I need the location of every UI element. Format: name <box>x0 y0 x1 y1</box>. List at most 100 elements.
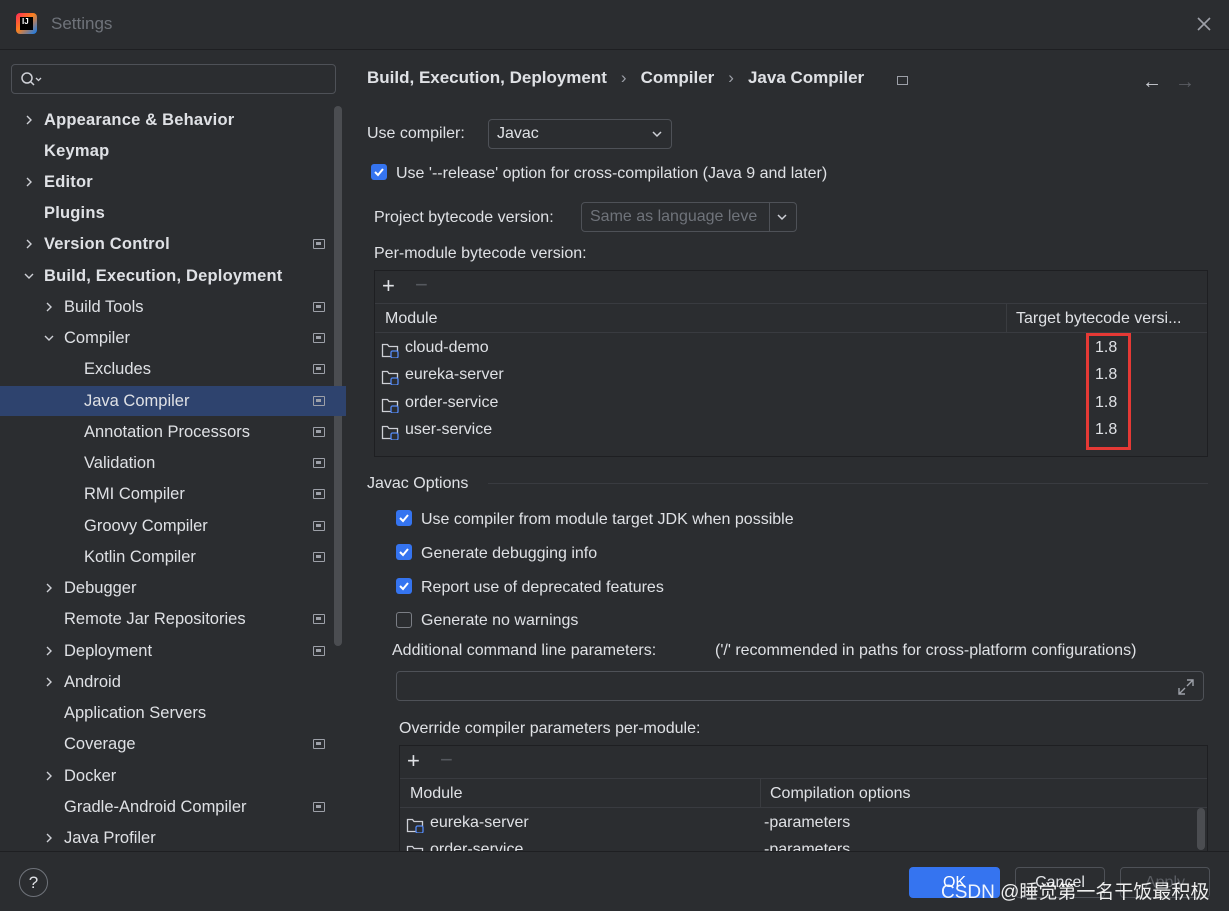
sidebar-item-coverage[interactable]: Coverage <box>0 729 332 759</box>
help-button[interactable]: ? <box>19 868 48 897</box>
chevron-down-icon[interactable] <box>42 331 56 345</box>
chevron-right-icon[interactable] <box>22 113 36 127</box>
watermark: CSDN @睡觉第一名干饭最积极 <box>941 882 1210 903</box>
override-module-column-header[interactable]: Module <box>410 785 462 803</box>
override-params-label: Override compiler parameters per-module: <box>399 720 701 737</box>
sidebar-item-remote-jar-repositories[interactable]: Remote Jar Repositories <box>0 604 332 634</box>
module-target-jdk-checkbox[interactable] <box>396 510 412 526</box>
breadcrumb: Build, Execution, Deployment › Compiler … <box>367 68 864 88</box>
project-scope-icon <box>313 364 325 374</box>
sidebar-item-label: Build, Execution, Deployment <box>44 266 283 285</box>
module-column-header[interactable]: Module <box>385 310 437 328</box>
close-icon[interactable] <box>1193 13 1215 35</box>
sidebar-item-build-tools[interactable]: Build Tools <box>0 292 332 322</box>
sidebar-item-groovy-compiler[interactable]: Groovy Compiler <box>0 511 332 541</box>
sidebar-item-editor[interactable]: Editor <box>0 167 332 197</box>
chevron-down-icon[interactable] <box>22 269 36 283</box>
chevron-right-icon[interactable] <box>42 644 56 658</box>
deprecated-features-checkbox[interactable] <box>396 578 412 594</box>
additional-params-label: Additional command line parameters: <box>392 642 657 659</box>
sidebar-item-deployment[interactable]: Deployment <box>0 636 332 666</box>
add-icon[interactable]: + <box>407 750 420 772</box>
search-icon <box>21 72 42 86</box>
check-icon <box>399 548 409 557</box>
sidebar-item-kotlin-compiler[interactable]: Kotlin Compiler <box>0 542 332 572</box>
sidebar-item-label: Version Control <box>44 234 170 253</box>
chevron-right-icon[interactable] <box>42 675 56 689</box>
sidebar-item-label: Excludes <box>84 359 151 378</box>
sidebar-item-debugger[interactable]: Debugger <box>0 573 332 603</box>
table-row[interactable]: order-service 1.8 <box>375 392 1207 418</box>
sidebar-item-label: Docker <box>64 766 117 785</box>
breadcrumb-separator: › <box>728 68 734 87</box>
forward-arrow-icon[interactable]: → <box>1175 71 1195 94</box>
sidebar-item-label: Deployment <box>64 641 153 660</box>
add-icon[interactable]: + <box>382 275 395 297</box>
settings-sidebar: Appearance & Behavior Keymap Editor Plugins… <box>0 51 346 851</box>
remove-icon[interactable]: − <box>415 274 428 296</box>
sidebar-item-label: Gradle-Android Compiler <box>64 797 247 816</box>
table-row[interactable]: cloud-demo 1.8 <box>375 337 1207 363</box>
override-params-table: + − Module Compilation options eureka-se… <box>399 745 1208 851</box>
project-scope-icon <box>313 333 325 343</box>
remove-icon[interactable]: − <box>440 749 453 771</box>
compilation-options-column-header[interactable]: Compilation options <box>770 785 911 803</box>
chevron-right-icon[interactable] <box>42 831 56 845</box>
expand-icon[interactable] <box>1177 678 1195 696</box>
sidebar-item-android[interactable]: Android <box>0 667 332 697</box>
table-row[interactable]: user-service 1.8 <box>375 419 1207 445</box>
project-bytecode-dropdown[interactable]: Same as language leve <box>581 202 797 232</box>
table-row[interactable]: eureka-server -parameters <box>400 812 1195 838</box>
sidebar-item-keymap[interactable]: Keymap <box>0 136 332 166</box>
release-option-checkbox[interactable] <box>371 164 387 180</box>
chevron-right-icon[interactable] <box>22 237 36 251</box>
table-row[interactable]: eureka-server 1.8 <box>375 364 1207 390</box>
table-row[interactable]: order-service -parameters <box>400 839 1195 851</box>
sidebar-item-application-servers[interactable]: Application Servers <box>0 698 332 728</box>
back-arrow-icon[interactable]: ← <box>1142 71 1162 94</box>
sidebar-item-version-control[interactable]: Version Control <box>0 229 332 259</box>
sidebar-item-label: Appearance & Behavior <box>44 110 235 129</box>
no-warnings-checkbox[interactable] <box>396 612 412 628</box>
sidebar-item-annotation-processors[interactable]: Annotation Processors <box>0 417 332 447</box>
sidebar-item-gradle-android-compiler[interactable]: Gradle-Android Compiler <box>0 792 332 822</box>
sidebar-item-java-profiler[interactable]: Java Profiler <box>0 823 332 851</box>
chevron-right-icon[interactable] <box>42 769 56 783</box>
sidebar-item-compiler[interactable]: Compiler <box>0 323 332 353</box>
breadcrumb-separator: › <box>620 68 627 87</box>
override-table-scrollbar[interactable] <box>1197 808 1205 850</box>
sidebar-item-excludes[interactable]: Excludes <box>0 354 332 384</box>
sidebar-item-rmi-compiler[interactable]: RMI Compiler <box>0 479 332 509</box>
check-icon <box>399 514 409 523</box>
chevron-right-icon[interactable] <box>22 175 36 189</box>
breadcrumb-part: Compiler <box>640 68 715 87</box>
project-scope-icon <box>313 646 325 656</box>
target-column-header[interactable]: Target bytecode versi... <box>1016 310 1181 328</box>
project-scope-icon <box>313 396 325 406</box>
project-scope-icon <box>313 521 325 531</box>
sidebar-item-appearance-behavior[interactable]: Appearance & Behavior <box>0 105 332 135</box>
module-target-jdk-label: Use compiler from module target JDK when… <box>421 511 794 528</box>
no-warnings-label: Generate no warnings <box>421 612 579 629</box>
sidebar-item-label: Kotlin Compiler <box>84 547 196 566</box>
chevron-right-icon[interactable] <box>42 581 56 595</box>
module-folder-icon <box>381 425 399 440</box>
sidebar-item-java-compiler[interactable]: Java Compiler <box>0 386 346 416</box>
module-name: cloud-demo <box>405 339 489 356</box>
use-compiler-dropdown[interactable]: Javac <box>488 119 672 149</box>
project-scope-icon <box>313 427 325 437</box>
sidebar-scrollbar[interactable] <box>334 106 342 646</box>
sidebar-item-docker[interactable]: Docker <box>0 761 332 791</box>
deprecated-features-label: Report use of deprecated features <box>421 579 664 596</box>
module-folder-icon <box>381 343 399 358</box>
sidebar-item-build-execution-deployment[interactable]: Build, Execution, Deployment <box>0 261 332 291</box>
debugging-info-checkbox[interactable] <box>396 544 412 560</box>
sidebar-item-plugins[interactable]: Plugins <box>0 198 332 228</box>
module-folder-icon <box>406 818 424 833</box>
project-scope-icon <box>313 739 325 749</box>
intellij-logo-icon: IJ <box>16 13 37 34</box>
additional-params-field[interactable] <box>396 671 1204 701</box>
chevron-right-icon[interactable] <box>42 300 56 314</box>
search-input[interactable] <box>11 64 336 94</box>
sidebar-item-validation[interactable]: Validation <box>0 448 332 478</box>
